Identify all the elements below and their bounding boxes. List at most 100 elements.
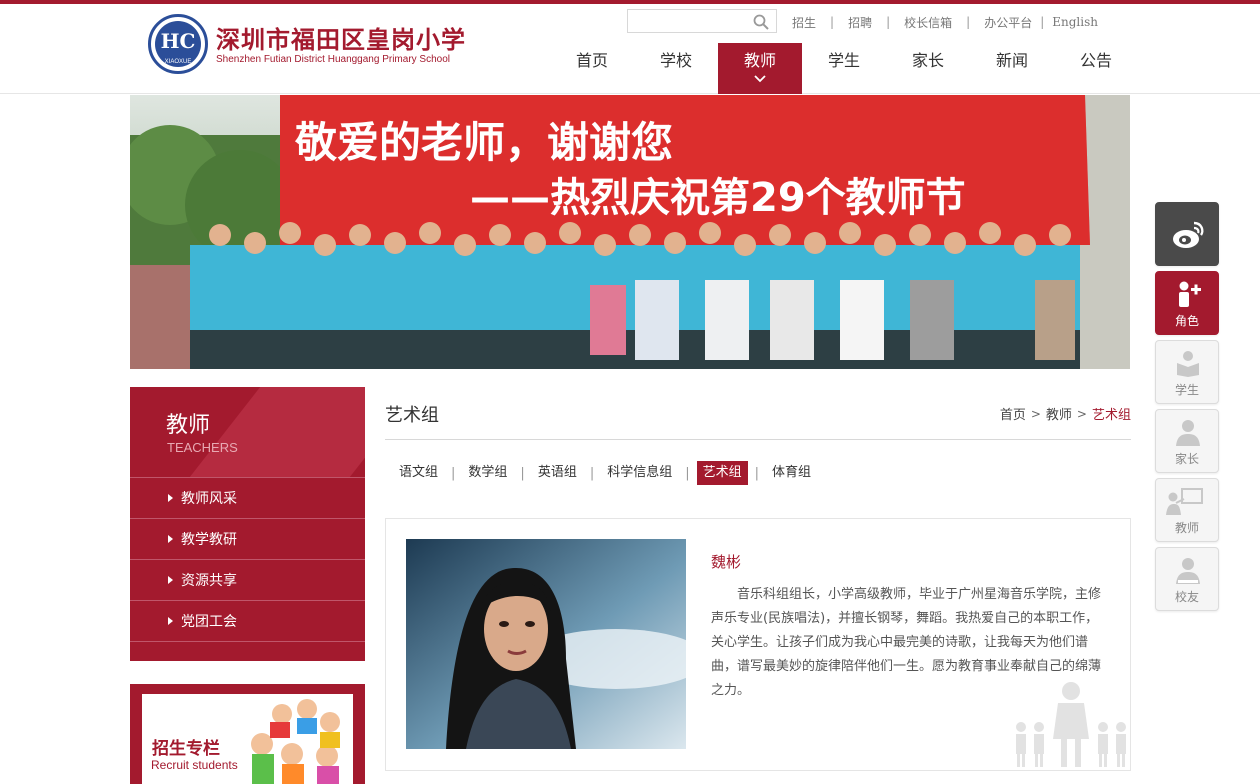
teacher-name: 魏彬 xyxy=(711,553,742,571)
breadcrumb-teachers[interactable]: 教师 xyxy=(1046,404,1072,423)
sidebar-item-resource-sharing[interactable]: 资源共享 xyxy=(130,559,365,600)
section-sidebar: 教师 TEACHERS 教师风采 教学教研 资源共享 党团工会 xyxy=(130,387,365,661)
nav-label: 教师 xyxy=(743,51,776,70)
sidebar-item-label: 教学教研 xyxy=(181,532,237,548)
teacher-button[interactable]: 教师 xyxy=(1155,478,1219,542)
emblem-text: XIAOXUE xyxy=(164,59,192,65)
nav-notices[interactable]: 公告 xyxy=(1054,43,1138,94)
student-button[interactable]: 学生 xyxy=(1155,340,1219,404)
recruit-title: 招生专栏 xyxy=(152,739,220,759)
search-box xyxy=(627,9,777,33)
chevron-down-icon xyxy=(754,75,766,83)
sidebar-menu: 教师风采 教学教研 资源共享 党团工会 xyxy=(130,477,365,661)
toplink-office-platform[interactable]: 办公平台 xyxy=(984,14,1032,31)
sidebar-item-party-union[interactable]: 党团工会 xyxy=(130,600,365,641)
toplink-english[interactable]: English xyxy=(1052,15,1098,29)
banner-line-2: ——热烈庆祝第29个教师节 xyxy=(470,175,966,221)
nav-students[interactable]: 学生 xyxy=(802,43,886,94)
nav-label: 家长 xyxy=(911,51,944,70)
tab-separator: | xyxy=(589,465,595,481)
toplink-admission[interactable]: 招生 xyxy=(792,14,816,31)
sidebar-header-stripe xyxy=(189,387,365,477)
toplink-principal-mailbox[interactable]: 校长信箱 xyxy=(904,14,952,31)
tab-separator: | xyxy=(451,465,456,481)
page-title: 艺术组 xyxy=(385,405,439,426)
nav-parents[interactable]: 家长 xyxy=(886,43,970,94)
student-label: 学生 xyxy=(1174,383,1199,397)
role-label: 角色 xyxy=(1174,314,1199,328)
tab-arts[interactable]: 艺术组 xyxy=(696,461,748,485)
sidebar-item-label: 教师风采 xyxy=(181,491,237,507)
site-header: HC XIAOXUE 深圳市福田区皇岗小学 Shenzhen Futian Di… xyxy=(0,4,1260,94)
family-watermark-icon xyxy=(1016,682,1126,767)
caret-right-icon xyxy=(168,494,173,502)
nav-home[interactable]: 首页 xyxy=(550,43,634,94)
main-content: 艺术组 首页 > 教师 > 艺术组 语文组 | 数学组 | 英语组 | 科学信息… xyxy=(385,387,1131,771)
toplink-separator: | xyxy=(1040,15,1045,29)
school-name-cn: 深圳市福田区皇岗小学 xyxy=(216,26,466,54)
weibo-icon xyxy=(1173,221,1204,248)
search-input[interactable] xyxy=(628,10,748,32)
nav-teachers[interactable]: 教师 xyxy=(718,43,802,94)
nav-school[interactable]: 学校 xyxy=(634,43,718,94)
alumni-label: 校友 xyxy=(1174,590,1199,604)
tab-science-it[interactable]: 科学信息组 xyxy=(601,461,678,485)
tab-separator: | xyxy=(520,465,525,481)
banner-line-1: 敬爱的老师，谢谢您 xyxy=(294,118,673,167)
teacher-icon xyxy=(1166,488,1203,515)
nav-label: 新闻 xyxy=(995,51,1028,70)
tab-english[interactable]: 英语组 xyxy=(532,461,583,485)
banner-photo: 敬爱的老师，谢谢您 ——热烈庆祝第29个教师节 xyxy=(130,95,1130,369)
tab-pe[interactable]: 体育组 xyxy=(766,461,817,485)
school-name-en: Shenzhen Futian District Huanggang Prima… xyxy=(216,54,451,65)
parent-icon xyxy=(1176,420,1200,446)
tab-chinese[interactable]: 语文组 xyxy=(393,461,444,485)
alumni-button[interactable]: 校友 xyxy=(1155,547,1219,611)
top-links: 招生 | 招聘 | 校长信箱 | 办公平台 | English xyxy=(792,12,1098,32)
recruit-subtitle: Recruit students xyxy=(151,758,238,772)
parent-label: 家长 xyxy=(1174,452,1199,466)
role-button[interactable]: 角色 xyxy=(1155,271,1219,335)
search-icon[interactable] xyxy=(752,13,770,31)
sidebar-menu-footer xyxy=(130,641,365,661)
alumni-icon xyxy=(1176,558,1200,584)
sidebar-item-label: 党团工会 xyxy=(181,614,237,630)
sidebar-title: 教师 xyxy=(166,413,211,438)
weibo-button[interactable] xyxy=(1155,202,1219,266)
nav-label: 学校 xyxy=(659,51,692,70)
recruit-banner[interactable]: 招生专栏 Recruit students xyxy=(130,684,365,784)
role-icon xyxy=(1179,281,1201,307)
nav-label: 学生 xyxy=(827,51,860,70)
toplink-separator: | xyxy=(966,15,971,29)
school-emblem: HC XIAOXUE xyxy=(148,14,208,74)
recruit-banner-image: 招生专栏 Recruit students xyxy=(142,694,353,784)
parent-button[interactable]: 家长 xyxy=(1155,409,1219,473)
nav-label: 首页 xyxy=(575,51,608,70)
floating-role-bar: 角色 学生 家长 教师 校友 xyxy=(1155,202,1219,616)
chevron-right-icon: > xyxy=(1076,406,1087,421)
chevron-right-icon: > xyxy=(1030,406,1041,421)
breadcrumb-current[interactable]: 艺术组 xyxy=(1092,404,1131,423)
teacher-card: 魏彬 音乐科组组长，小学高级教师，毕业于广州星海音乐学院，主修声乐专业(民族唱法… xyxy=(385,518,1131,771)
student-icon xyxy=(1177,351,1199,377)
nav-news[interactable]: 新闻 xyxy=(970,43,1054,94)
school-logo[interactable]: HC XIAOXUE 深圳市福田区皇岗小学 Shenzhen Futian Di… xyxy=(148,14,468,76)
teacher-group xyxy=(190,222,1080,369)
main-nav: 首页 学校 教师 学生 家长 新闻 公告 xyxy=(550,43,1138,94)
nav-label: 公告 xyxy=(1079,51,1112,70)
breadcrumb-home[interactable]: 首页 xyxy=(1000,404,1026,423)
sidebar-item-teaching-research[interactable]: 教学教研 xyxy=(130,518,365,559)
caret-right-icon xyxy=(168,617,173,625)
toplink-recruitment[interactable]: 招聘 xyxy=(848,14,872,31)
teachers-day-banner: 敬爱的老师，谢谢您 ——热烈庆祝第29个教师节 xyxy=(130,95,1130,369)
tab-separator: | xyxy=(685,465,690,481)
teacher-label: 教师 xyxy=(1174,521,1199,535)
sidebar-item-label: 资源共享 xyxy=(181,573,237,589)
sidebar-item-teacher-style[interactable]: 教师风采 xyxy=(130,477,365,518)
teacher-photo[interactable] xyxy=(406,539,686,749)
sidebar-subtitle: TEACHERS xyxy=(167,440,238,455)
caret-right-icon xyxy=(168,576,173,584)
group-tabs: 语文组 | 数学组 | 英语组 | 科学信息组 | 艺术组 | 体育组 xyxy=(393,461,817,485)
tab-math[interactable]: 数学组 xyxy=(462,461,513,485)
breadcrumb: 首页 > 教师 > 艺术组 xyxy=(1000,404,1131,424)
